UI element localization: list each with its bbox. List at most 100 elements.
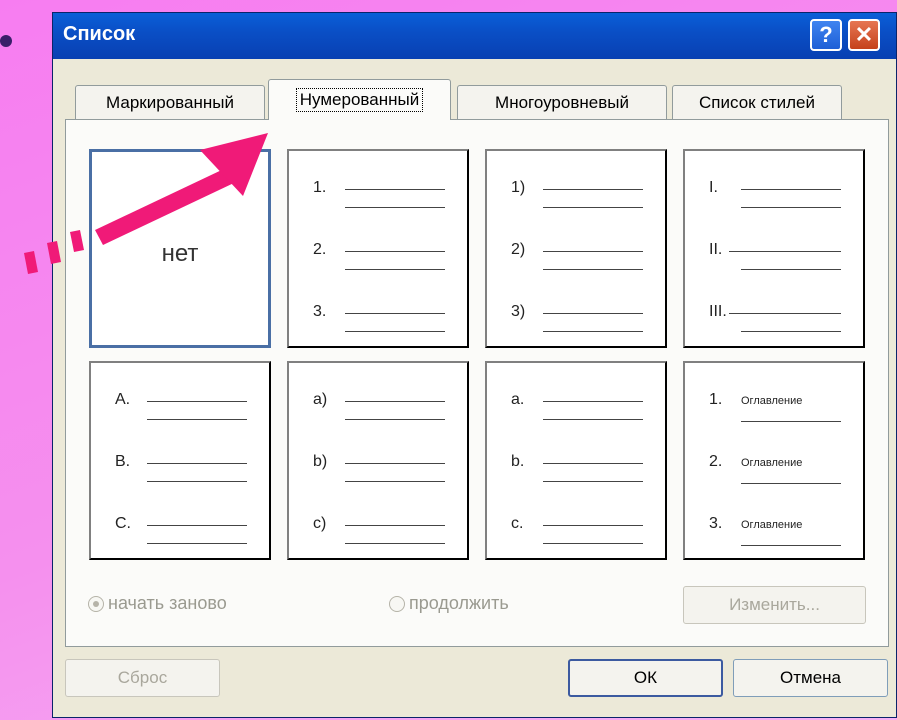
preview-line	[345, 543, 445, 544]
preview-line	[345, 331, 445, 332]
numbering-gallery: нет 1. 2. 3. 1) 2) 3) I. II. III. A. B. C. a) b) c…	[89, 149, 873, 560]
preview-line	[147, 419, 247, 420]
restart-label: начать заново	[108, 593, 227, 613]
none-label: нет	[161, 240, 199, 267]
preview-line	[741, 207, 841, 208]
list-marker: a)	[313, 391, 328, 408]
radio-icon	[389, 596, 405, 613]
preview-line	[543, 189, 643, 190]
item-text: Оглавление	[741, 457, 803, 469]
list-marker: 2)	[511, 241, 526, 258]
preview-line	[543, 251, 643, 252]
list-marker: 3.	[709, 515, 723, 532]
preview-line	[543, 313, 643, 314]
restart-option[interactable]: начать заново	[88, 593, 227, 614]
preview-line	[345, 401, 445, 402]
radio-icon	[88, 596, 104, 613]
dialog-title: Список	[63, 23, 136, 45]
list-marker: I.	[709, 179, 718, 196]
preview-line	[147, 463, 247, 464]
preview-line	[729, 251, 841, 252]
preview-line	[543, 207, 643, 208]
preview-line	[729, 313, 841, 314]
preview-line	[741, 189, 841, 190]
list-dialog: Список ? ✕ Маркированный Нумерованный Мн…	[52, 12, 897, 718]
preview-line	[147, 401, 247, 402]
list-marker: a.	[511, 391, 525, 408]
list-marker: b)	[313, 453, 328, 470]
style-none[interactable]: нет	[89, 149, 271, 348]
preview-line	[345, 207, 445, 208]
preview-line	[543, 419, 643, 420]
cancel-button[interactable]: Отмена	[733, 659, 888, 697]
close-icon: ✕	[854, 22, 874, 47]
cancel-label: Отмена	[780, 668, 841, 687]
preview-line	[147, 543, 247, 544]
style-cell[interactable]: 1. 2. 3.	[287, 149, 469, 348]
continue-option[interactable]: продолжить	[389, 593, 509, 614]
tab-label: Нумерованный	[295, 88, 424, 112]
ok-button[interactable]: ОК	[568, 659, 723, 697]
preview-line	[345, 419, 445, 420]
preview-line	[741, 545, 841, 546]
close-button[interactable]: ✕	[848, 19, 880, 51]
style-cell[interactable]: a. b. c.	[485, 361, 667, 560]
item-text: Оглавление	[741, 395, 803, 407]
preview-line	[345, 269, 445, 270]
tab-strip: Маркированный Нумерованный Многоуровневы…	[65, 79, 890, 120]
list-marker: A.	[115, 391, 131, 408]
tab-list-styles[interactable]: Список стилей	[672, 85, 842, 119]
preview-line	[741, 331, 841, 332]
preview-line	[345, 251, 445, 252]
reset-label: Сброс	[117, 668, 168, 687]
list-marker: 2.	[709, 453, 723, 470]
preview-line	[741, 421, 841, 422]
style-cell[interactable]: 1. Оглавление 2. Оглавление 3. Оглавление	[683, 361, 865, 560]
style-cell[interactable]: a) b) c)	[287, 361, 469, 560]
tab-bulleted[interactable]: Маркированный	[75, 85, 265, 119]
list-marker: b.	[511, 453, 525, 470]
preview-line	[345, 481, 445, 482]
list-marker: B.	[115, 453, 131, 470]
change-button[interactable]: Изменить...	[683, 586, 866, 624]
change-label: Изменить...	[729, 595, 820, 614]
style-cell[interactable]: A. B. C.	[89, 361, 271, 560]
list-marker: 2.	[313, 241, 327, 258]
list-marker: 3)	[511, 303, 526, 320]
preview-line	[543, 401, 643, 402]
tab-panel: нет 1. 2. 3. 1) 2) 3) I. II. III. A. B. C. a) b) c…	[65, 119, 889, 647]
preview-line	[543, 269, 643, 270]
ok-label: ОК	[633, 668, 658, 687]
arrow-dash	[24, 251, 38, 274]
list-marker: 1.	[709, 391, 723, 408]
help-button[interactable]: ?	[810, 19, 842, 51]
style-cell[interactable]: 1) 2) 3)	[485, 149, 667, 348]
list-marker: c.	[511, 515, 524, 532]
preview-line	[345, 525, 445, 526]
preview-line	[741, 269, 841, 270]
preview-line	[147, 525, 247, 526]
list-marker: 3.	[313, 303, 327, 320]
help-icon: ?	[819, 22, 833, 47]
preview-line	[543, 525, 643, 526]
slide-bullet	[0, 35, 12, 47]
tab-label: Список стилей	[699, 92, 815, 112]
preview-line	[543, 331, 643, 332]
preview-line	[345, 189, 445, 190]
style-cell[interactable]: I. II. III.	[683, 149, 865, 348]
preview-line	[543, 543, 643, 544]
preview-line	[543, 463, 643, 464]
reset-button[interactable]: Сброс	[65, 659, 220, 697]
continue-label: продолжить	[409, 593, 509, 613]
list-marker: C.	[115, 515, 131, 532]
tab-numbered[interactable]: Нумерованный	[268, 79, 451, 120]
list-marker: c)	[313, 515, 327, 532]
preview-line	[147, 481, 247, 482]
item-text: Оглавление	[741, 519, 803, 531]
tab-label: Многоуровневый	[495, 92, 629, 112]
tab-multilevel[interactable]: Многоуровневый	[457, 85, 667, 119]
preview-line	[345, 313, 445, 314]
list-marker: III.	[709, 303, 727, 320]
preview-line	[345, 463, 445, 464]
tab-label: Маркированный	[106, 92, 234, 112]
